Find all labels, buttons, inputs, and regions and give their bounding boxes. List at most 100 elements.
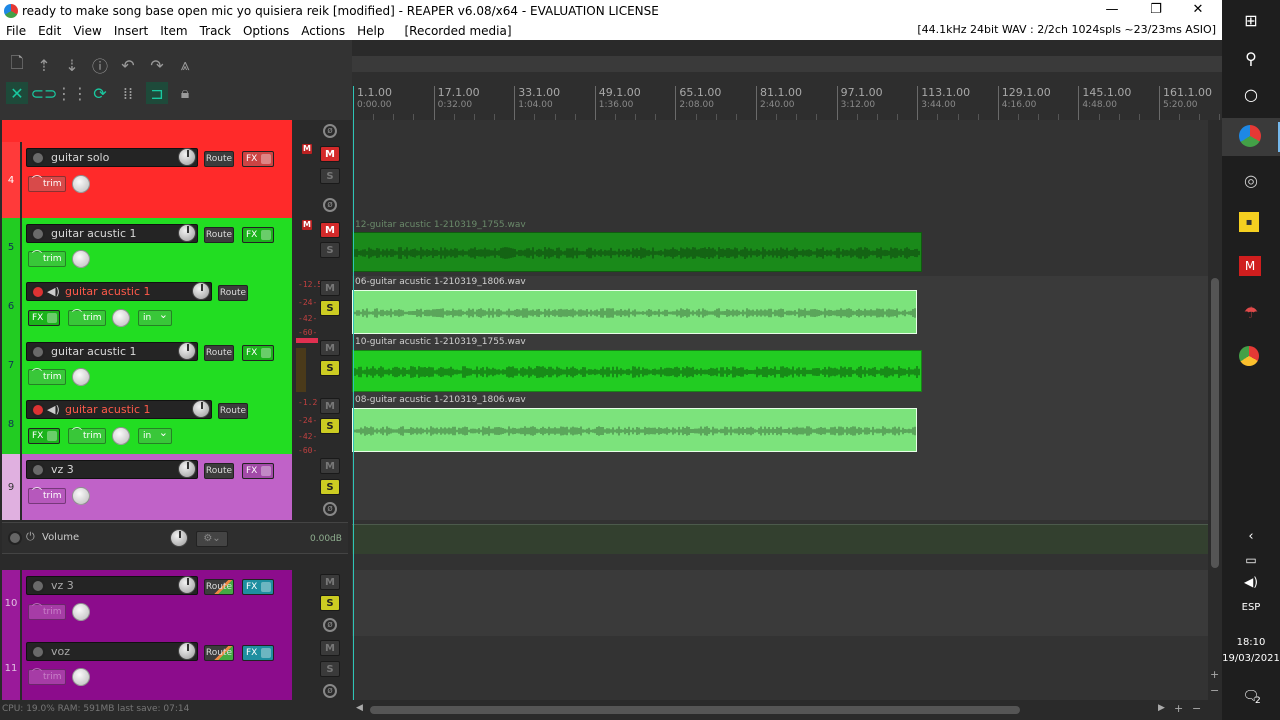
track-body[interactable]: guitar acustic 1 Route FX trim xyxy=(22,218,292,276)
trim-button[interactable]: trim xyxy=(28,487,66,504)
envelope-lane[interactable] xyxy=(352,524,1208,554)
track-name-box[interactable]: ◀) guitar acustic 1 xyxy=(26,282,212,301)
route-button[interactable]: Route xyxy=(204,151,234,167)
windows-start-icon[interactable]: ⊞ xyxy=(1239,8,1263,32)
volume-knob[interactable] xyxy=(178,460,196,478)
route-button[interactable]: Route xyxy=(204,645,234,661)
vertical-scrollbar[interactable]: + − xyxy=(1208,120,1222,700)
arrange-view[interactable]: 12-guitar acustic 1-210319_1755.wav 06-g… xyxy=(352,120,1208,700)
track-name[interactable]: guitar acustic 1 xyxy=(65,285,151,298)
obs-icon[interactable]: ◎ xyxy=(1239,168,1263,192)
route-button[interactable]: Route xyxy=(204,227,234,243)
track-number[interactable]: 9 xyxy=(2,454,20,520)
record-arm-button[interactable] xyxy=(31,645,45,659)
fx-button[interactable]: FX xyxy=(242,151,274,167)
ruler-marker[interactable]: 17.1.00 0:32.00 xyxy=(433,86,480,120)
ruler-marker[interactable]: 113.1.00 3:44.00 xyxy=(917,86,970,120)
zoom-out-icon[interactable]: − xyxy=(1192,702,1201,715)
route-button[interactable]: Route xyxy=(218,403,248,419)
minimize-button[interactable]: — xyxy=(1090,0,1134,22)
scroll-left-icon[interactable]: ◀ xyxy=(356,703,363,713)
volume-knob[interactable] xyxy=(192,400,210,418)
fx-button[interactable]: FX xyxy=(242,645,274,661)
language-indicator[interactable]: ESP xyxy=(1222,602,1280,613)
zoom-in-icon[interactable]: + xyxy=(1174,702,1183,715)
phase-icon[interactable]: ø xyxy=(323,502,337,516)
pan-knob[interactable] xyxy=(112,427,130,445)
trim-button[interactable]: trim xyxy=(28,250,66,267)
route-button[interactable]: Route xyxy=(218,285,248,301)
track-body[interactable]: voz Route FX trim xyxy=(22,636,292,700)
reaper-app-icon[interactable] xyxy=(1239,125,1261,147)
network-icon[interactable]: ▭ xyxy=(1239,548,1263,572)
track-3-partial[interactable] xyxy=(2,120,292,142)
fx-bypass-icon[interactable] xyxy=(261,154,271,164)
track-name[interactable]: vz 3 xyxy=(51,463,74,476)
track-name-box[interactable]: ◀) guitar acustic 1 xyxy=(26,400,212,419)
route-button[interactable]: Route xyxy=(204,579,234,595)
lane-track-4[interactable] xyxy=(352,120,1208,218)
phase-icon[interactable]: ø xyxy=(323,618,337,632)
track-7[interactable]: 7 guitar acustic 1 Route FX trim xyxy=(2,336,292,394)
snap-icon[interactable]: ⟳ xyxy=(89,82,111,104)
input-select[interactable]: in xyxy=(138,308,172,326)
lock-icon[interactable]: 🔒︎ xyxy=(174,82,196,104)
speaker-icon[interactable]: ◀) xyxy=(47,403,60,416)
paint-icon[interactable]: ☂ xyxy=(1239,300,1263,324)
input-select[interactable]: in xyxy=(138,426,172,444)
fx-button[interactable]: FX xyxy=(28,310,60,326)
track-body[interactable]: guitar acustic 1 Route FX trim xyxy=(22,336,292,394)
link-icon[interactable]: ⊂⊃ xyxy=(31,82,58,104)
trim-button[interactable]: trim xyxy=(28,368,66,385)
volume-knob[interactable] xyxy=(178,224,196,242)
mute-button[interactable]: M xyxy=(320,340,340,356)
record-arm-button[interactable] xyxy=(31,403,45,417)
solo-button[interactable]: S xyxy=(320,242,340,258)
track-number[interactable]: 6 xyxy=(2,276,20,336)
dots-icon[interactable]: ⁞⁞ xyxy=(117,82,139,104)
track-5[interactable]: 5 guitar acustic 1 Route FX trim xyxy=(2,218,292,276)
clock-time[interactable]: 18:10 xyxy=(1222,637,1280,648)
trim-button[interactable]: trim xyxy=(28,603,66,620)
menu-actions[interactable]: Actions xyxy=(295,24,351,38)
fx-bypass-icon[interactable] xyxy=(47,313,57,323)
media-item[interactable]: 06-guitar acustic 1-210319_1806.wav xyxy=(352,277,917,334)
horizontal-scroll-thumb[interactable] xyxy=(370,706,1020,714)
volume-icon[interactable]: ◀) xyxy=(1239,570,1263,594)
pan-knob[interactable] xyxy=(72,250,90,268)
media-item[interactable]: 12-guitar acustic 1-210319_1755.wav xyxy=(352,220,922,272)
track-number[interactable]: 5 xyxy=(2,218,20,276)
track-name[interactable]: guitar acustic 1 xyxy=(51,227,137,240)
upload-icon[interactable]: ⇡ xyxy=(33,54,55,76)
track-name-box[interactable]: vz 3 xyxy=(26,576,198,595)
ruler-marker[interactable]: 81.1.00 2:40.00 xyxy=(756,86,802,120)
lane-track-11[interactable] xyxy=(352,636,1208,700)
mute-button[interactable]: M xyxy=(320,146,340,162)
menu-recorded-media[interactable]: [Recorded media] xyxy=(399,24,518,38)
loop-icon[interactable]: ⊐ xyxy=(146,82,168,104)
grid-icon[interactable]: ⋮⋮ xyxy=(56,82,88,104)
lane-track-6[interactable]: 06-guitar acustic 1-210319_1806.wav xyxy=(352,276,1208,336)
menu-track[interactable]: Track xyxy=(194,24,237,38)
record-arm-button[interactable] xyxy=(31,227,45,241)
clip-indicator[interactable] xyxy=(296,338,318,343)
fx-bypass-icon[interactable] xyxy=(261,466,271,476)
fx-bypass-icon[interactable] xyxy=(261,230,271,240)
zoom-in-icon[interactable]: + xyxy=(1210,668,1219,681)
trim-button[interactable]: trim xyxy=(28,668,66,685)
track-name[interactable]: vz 3 xyxy=(51,579,74,592)
fx-bypass-icon[interactable] xyxy=(261,648,271,658)
menu-file[interactable]: File xyxy=(0,24,32,38)
cortana-icon[interactable]: ○ xyxy=(1239,82,1263,106)
scroll-right-icon[interactable]: ▶ xyxy=(1158,703,1165,713)
ruler-marker[interactable]: 129.1.00 4:16.00 xyxy=(997,86,1051,120)
track-name-box[interactable]: guitar solo xyxy=(26,148,198,167)
fx-button[interactable]: FX xyxy=(242,345,274,361)
track-number[interactable]: 8 xyxy=(2,394,20,454)
track-10[interactable]: 10 vz 3 Route FX trim xyxy=(2,570,292,636)
fx-button[interactable]: FX xyxy=(242,227,274,243)
fx-bypass-icon[interactable] xyxy=(261,348,271,358)
mega-icon[interactable]: M xyxy=(1239,256,1261,276)
volume-knob[interactable] xyxy=(178,576,196,594)
trim-button[interactable]: trim xyxy=(28,175,66,192)
